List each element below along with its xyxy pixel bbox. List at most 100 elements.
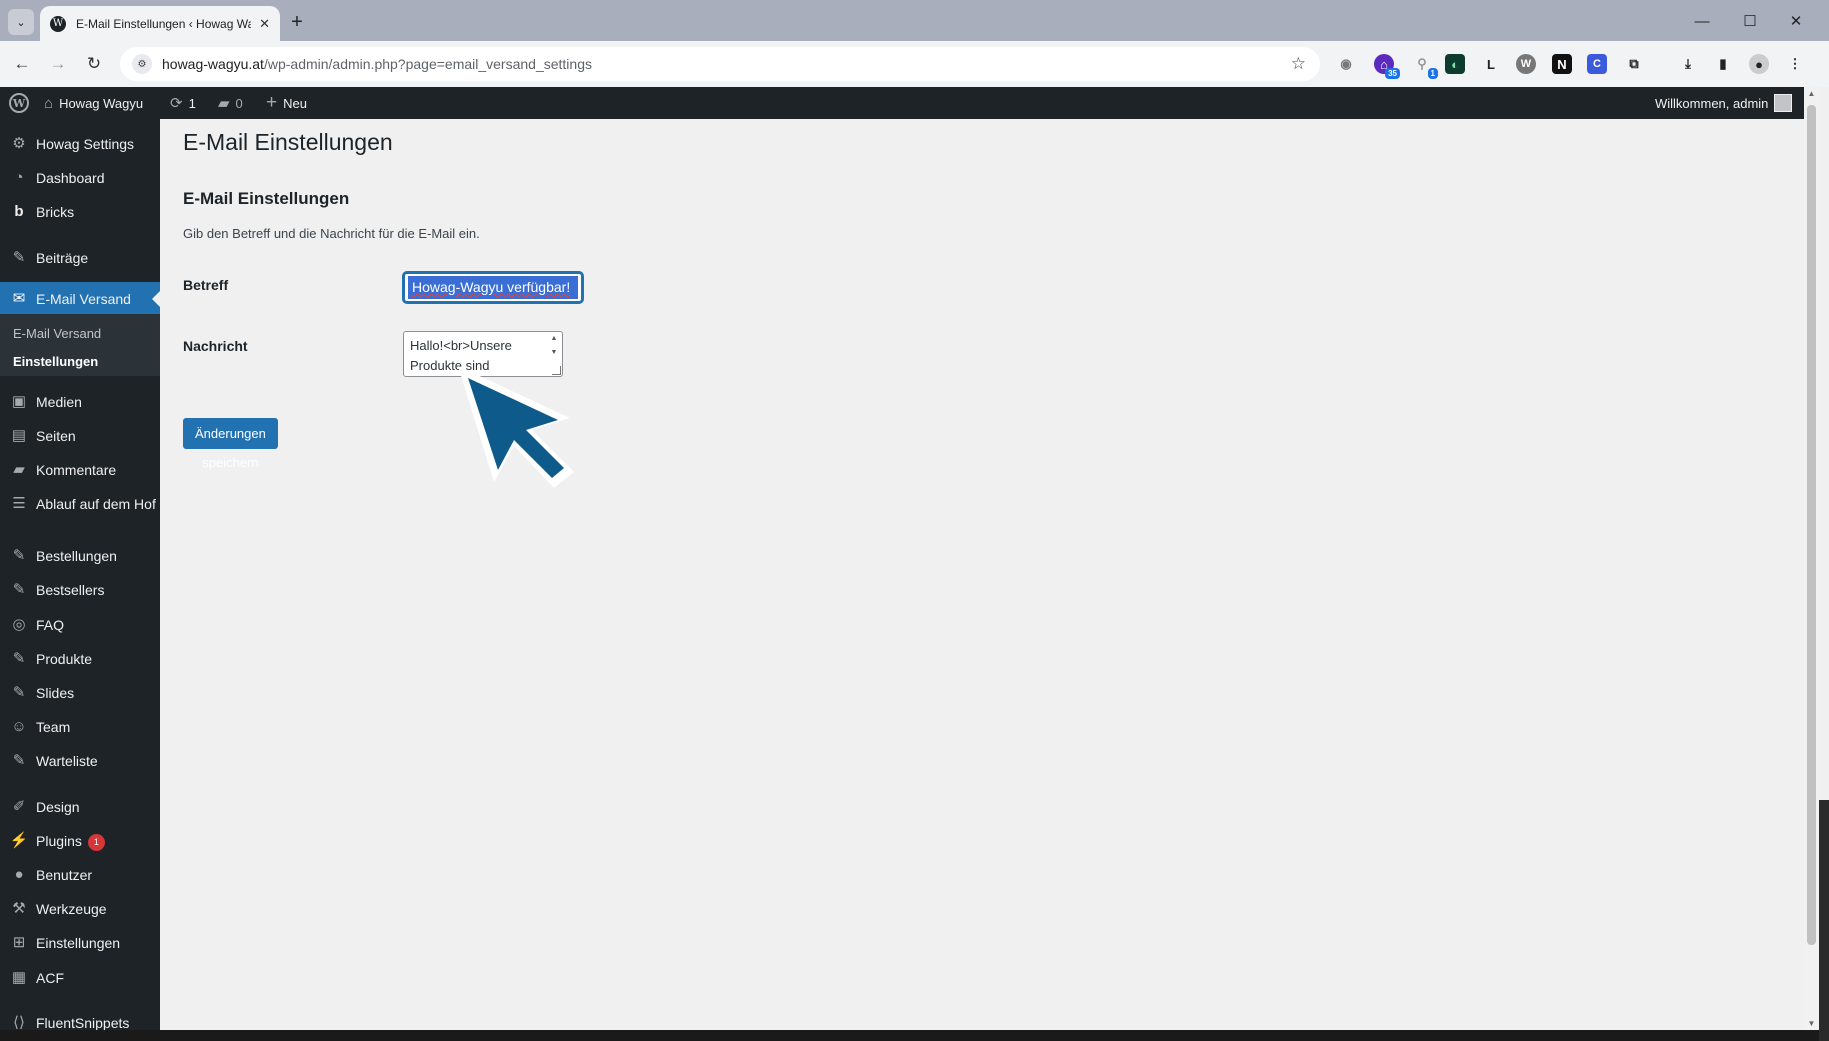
pin-icon: ✎: [12, 684, 26, 701]
scroll-down-arrow-icon[interactable]: ▼: [1804, 1019, 1819, 1028]
comments-count: 0: [235, 95, 243, 111]
pages-icon: ▤: [11, 427, 27, 444]
menu-dots-icon[interactable]: ⋮: [1785, 54, 1805, 74]
desktop-background: [1819, 800, 1829, 1041]
bookmark-star-icon[interactable]: ☆: [1291, 54, 1306, 74]
wordpress-logo-icon: W: [9, 93, 29, 113]
wp-logo-menu[interactable]: W: [9, 87, 29, 119]
sidebar-item-beitraege[interactable]: ✎ Beiträge: [0, 249, 160, 267]
extension-w-icon[interactable]: W: [1516, 54, 1536, 74]
scroll-up-arrow-icon[interactable]: ▲: [1804, 89, 1819, 98]
close-tab-icon[interactable]: ✕: [259, 16, 270, 32]
gear-icon: ⚙: [12, 135, 26, 152]
scroll-down-icon: ▼: [550, 349, 558, 356]
plus-icon: +: [266, 92, 278, 113]
acf-icon: ▦: [11, 969, 27, 986]
side-panel-icon[interactable]: ▮: [1713, 54, 1733, 74]
page-scrollbar[interactable]: ▲ ▼: [1804, 87, 1819, 1030]
extension-l-icon[interactable]: L: [1481, 54, 1501, 74]
download-icon[interactable]: ⤓: [1678, 54, 1698, 74]
comments-link[interactable]: ▰ 0: [218, 87, 243, 119]
pin-icon: ✎: [12, 752, 26, 769]
sidebar-item-howag-settings[interactable]: ⚙ Howag Settings: [0, 135, 160, 153]
extension-green-icon[interactable]: ◐: [1445, 54, 1465, 74]
sidebar-item-bricks[interactable]: b Bricks: [0, 203, 160, 221]
site-name-link[interactable]: ⌂ Howag Wagyu: [44, 87, 143, 119]
list-icon: ☰: [12, 495, 26, 512]
extension-lock-icon[interactable]: ⚲ 1: [1412, 54, 1438, 79]
tab-search-button[interactable]: ⌄: [8, 9, 34, 35]
browser-toolbar: ← → ↻ ⚙ howag-wagyu.at/wp-admin/admin.ph…: [0, 41, 1829, 87]
section-title: E-Mail Einstellungen: [183, 189, 350, 208]
updates-link[interactable]: ⟳ 1: [170, 87, 196, 119]
sidebar-item-bestsellers[interactable]: ✎ Bestsellers: [0, 581, 160, 599]
back-button[interactable]: ←: [10, 52, 34, 76]
sidebar-item-produkte[interactable]: ✎ Produkte: [0, 650, 160, 668]
browser-window: ⌄ W E-Mail Einstellungen ‹ Howag Wagyu —…: [0, 0, 1829, 1030]
sidebar-item-acf[interactable]: ▦ ACF: [0, 969, 160, 987]
extension-purple-icon[interactable]: ⌂ 35: [1374, 54, 1400, 79]
welcome-text: Willkommen, admin: [1655, 95, 1769, 111]
browser-tab[interactable]: W E-Mail Einstellungen ‹ Howag Wagyu — W…: [40, 6, 280, 41]
plugin-icon: ⚡: [9, 832, 29, 849]
extension-c-icon[interactable]: C: [1587, 54, 1607, 74]
my-account-link[interactable]: Willkommen, admin: [1655, 87, 1793, 119]
sidebar-item-design[interactable]: ✐ Design: [0, 798, 160, 816]
sidebar-item-fluentsnippets[interactable]: ⟨⟩ FluentSnippets: [0, 1014, 160, 1030]
page-title: E-Mail Einstellungen: [183, 129, 393, 155]
plugins-label: Plugins: [36, 833, 82, 849]
wp-admin-bar: W ⌂ Howag Wagyu ⟳ 1 ▰ 0 + Neu Willkommen, ad…: [0, 87, 1804, 119]
code-icon: ⟨⟩: [13, 1014, 25, 1030]
sidebar-item-slides[interactable]: ✎ Slides: [0, 684, 160, 702]
new-content-link[interactable]: + Neu: [266, 87, 307, 119]
scrollbar-thumb[interactable]: [1807, 105, 1816, 945]
sidebar-item-dashboard[interactable]: ◔ Dashboard: [0, 169, 160, 187]
page-viewport: W ⌂ Howag Wagyu ⟳ 1 ▰ 0 + Neu Willkommen, ad…: [0, 87, 1829, 1030]
sidebar-item-plugins[interactable]: ⚡ Plugins 1: [0, 832, 160, 851]
sidebar-item-bestellungen[interactable]: ✎ Bestellungen: [0, 547, 160, 565]
site-info-icon[interactable]: ⚙: [132, 54, 152, 74]
pin-icon: ✎: [12, 650, 26, 667]
sidebar-item-benutzer[interactable]: ● Benutzer: [0, 866, 160, 884]
minimize-button[interactable]: —: [1687, 8, 1717, 34]
submenu-item-einstellungen[interactable]: Einstellungen: [13, 354, 98, 369]
url-host: howag-wagyu.at: [162, 56, 264, 72]
nachricht-label: Nachricht: [183, 338, 248, 354]
comment-icon: ▰: [13, 461, 25, 478]
new-tab-button[interactable]: +: [284, 9, 310, 35]
forward-button[interactable]: →: [46, 52, 70, 76]
url-path: /wp-admin/admin.php?page=email_versand_s…: [263, 56, 592, 72]
settings-icon: ⊞: [12, 934, 26, 951]
extension-n-icon[interactable]: N: [1552, 54, 1572, 74]
maximize-button[interactable]: ☐: [1735, 8, 1765, 34]
sidebar-item-einstellungen[interactable]: ⊞ Einstellungen: [0, 934, 160, 952]
sidebar-item-ablauf[interactable]: ☰ Ablauf auf dem Hof: [0, 495, 160, 513]
new-label: Neu: [283, 95, 307, 111]
sidebar-item-medien[interactable]: ▣ Medien: [0, 393, 160, 411]
address-bar[interactable]: ⚙ howag-wagyu.at/wp-admin/admin.php?page…: [120, 47, 1320, 81]
betreff-label: Betreff: [183, 277, 229, 293]
camera-icon[interactable]: ◉: [1336, 54, 1356, 74]
reload-button[interactable]: ↻: [82, 52, 106, 76]
close-window-button[interactable]: ✕: [1781, 8, 1811, 34]
comment-bubble-icon: ▰: [218, 95, 230, 112]
tab-strip: ⌄ W E-Mail Einstellungen ‹ Howag Wagyu —…: [0, 0, 1829, 41]
mail-icon: ✉: [12, 290, 26, 307]
sidebar-item-warteliste[interactable]: ✎ Warteliste: [0, 752, 160, 770]
sidebar-item-team[interactable]: ☺ Team: [0, 718, 160, 736]
sidebar-item-seiten[interactable]: ▤ Seiten: [0, 427, 160, 445]
profile-avatar-icon[interactable]: ●: [1749, 54, 1769, 74]
tab-title: E-Mail Einstellungen ‹ Howag Wagyu — Wor…: [76, 16, 252, 31]
section-description: Gib den Betreff und die Nachricht für di…: [183, 226, 480, 241]
plugins-update-badge: 1: [87, 833, 105, 851]
betreff-input[interactable]: Howag-Wagyu verfügbar!: [403, 272, 583, 303]
sidebar-item-email-versand[interactable]: ✉ E-Mail Versand: [0, 282, 160, 316]
scroll-up-icon: ▲: [550, 335, 558, 342]
sidebar-item-faq[interactable]: ◎ FAQ: [0, 616, 160, 634]
sidebar-item-werkzeuge[interactable]: ⚒ Werkzeuge: [0, 900, 160, 918]
save-button[interactable]: Änderungen speichern: [183, 418, 278, 470]
wordpress-favicon-icon: W: [50, 15, 66, 32]
extensions-puzzle-icon[interactable]: ⧉: [1624, 54, 1644, 74]
submenu-item-email-versand[interactable]: E-Mail Versand: [13, 326, 101, 341]
sidebar-item-kommentare[interactable]: ▰ Kommentare: [0, 461, 160, 479]
